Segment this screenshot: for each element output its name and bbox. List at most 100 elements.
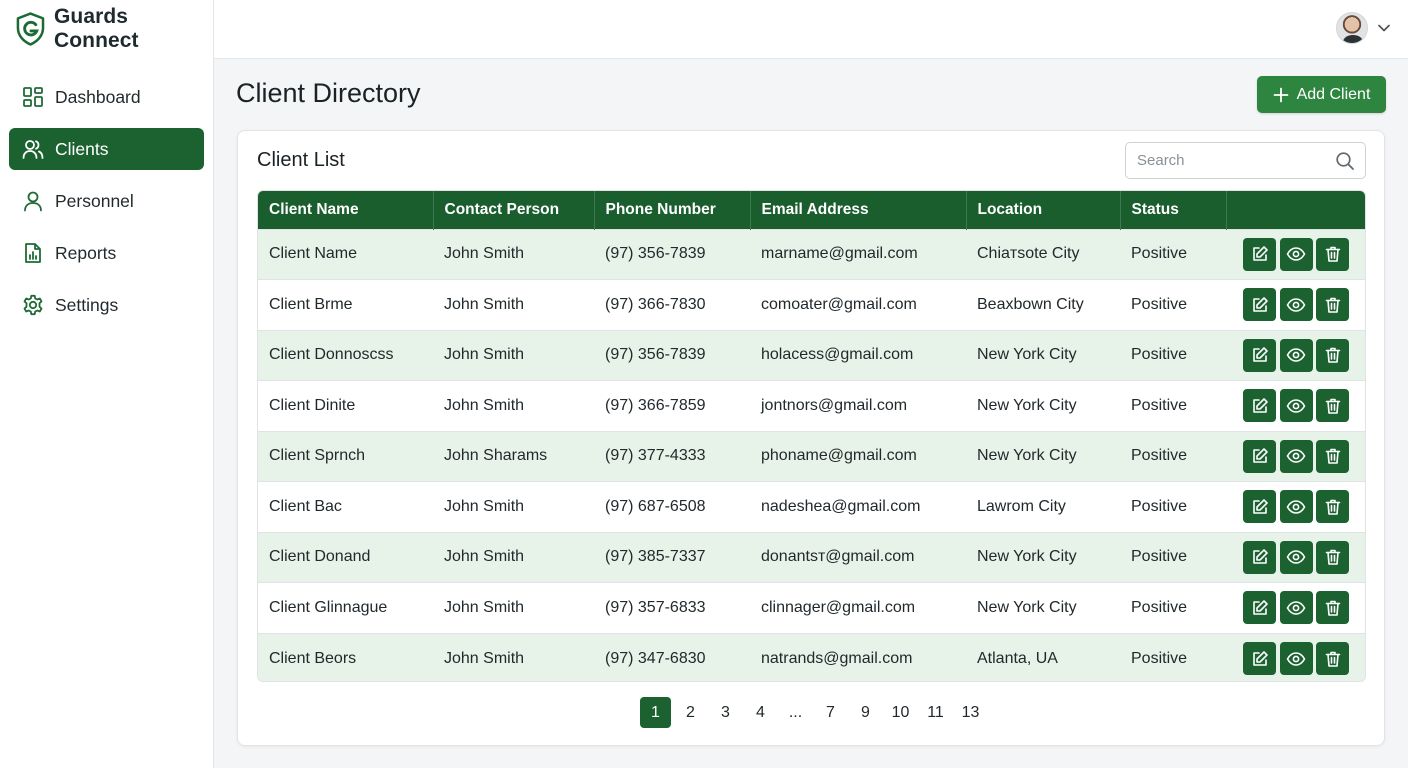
- page-button[interactable]: 3: [710, 697, 741, 728]
- sidebar-item-reports[interactable]: Reports: [9, 232, 204, 274]
- edit-icon: [1252, 498, 1268, 514]
- search-input[interactable]: [1126, 143, 1326, 178]
- table-row[interactable]: Client Beors John Smith (97) 347-6830 natra…: [258, 633, 1365, 681]
- table-row[interactable]: Client Donand John Smith (97) 385-7337 dona…: [258, 532, 1365, 583]
- phone-number-cell: (97) 377-4333: [605, 447, 706, 465]
- table-row[interactable]: Client Dinite John Smith (97) 366-7859 jont…: [258, 380, 1365, 431]
- card-title: Client List: [257, 149, 345, 171]
- person-icon: [21, 189, 45, 213]
- table-row[interactable]: Client Brme John Smith (97) 366-7830 comoat…: [258, 279, 1365, 331]
- status-cell: Positive: [1131, 447, 1188, 465]
- view-button[interactable]: [1279, 439, 1313, 473]
- delete-button[interactable]: [1316, 540, 1349, 574]
- delete-button[interactable]: [1316, 642, 1349, 675]
- delete-button[interactable]: [1316, 288, 1349, 322]
- table-row[interactable]: Client Donnoscss John Smith (97) 356-7839 h…: [258, 330, 1365, 381]
- page-button[interactable]: 7: [815, 697, 846, 728]
- status-cell: Positive: [1131, 346, 1188, 364]
- pagination-ellipsis: ...: [788, 703, 803, 721]
- delete-button[interactable]: [1316, 389, 1349, 423]
- contact-person-cell: John Smith: [444, 548, 525, 566]
- sidebar-nav: Dashboard Clients Personnel Reports Sett…: [9, 76, 204, 336]
- row-actions: [1226, 330, 1365, 381]
- client-name-cell: Client Dinite: [269, 396, 356, 414]
- status-cell: Positive: [1131, 497, 1188, 515]
- search-icon[interactable]: [1335, 151, 1355, 171]
- column-header[interactable]: Location: [966, 191, 1121, 229]
- page-button[interactable]: 11: [920, 697, 951, 728]
- edit-button[interactable]: [1243, 237, 1276, 271]
- view-button[interactable]: [1279, 389, 1313, 423]
- user-avatar[interactable]: [1336, 12, 1368, 44]
- email-cell: holacess@gmail.com: [761, 346, 914, 364]
- view-button[interactable]: [1279, 540, 1313, 574]
- page-button[interactable]: 13: [955, 697, 986, 728]
- edit-button[interactable]: [1243, 591, 1276, 625]
- sidebar-item-dashboard[interactable]: Dashboard: [9, 76, 204, 118]
- delete-button[interactable]: [1316, 490, 1349, 524]
- view-button[interactable]: [1279, 237, 1313, 271]
- email-cell: phoname@gmail.com: [761, 447, 917, 465]
- delete-button[interactable]: [1316, 439, 1349, 473]
- table-row[interactable]: Client Bac John Smith (97) 687-6508 nadeshe…: [258, 481, 1365, 532]
- location-cell: Chiaтsote City: [977, 245, 1080, 263]
- sidebar-item-personnel[interactable]: Personnel: [9, 180, 204, 222]
- user-menu[interactable]: [1336, 12, 1390, 44]
- column-header[interactable]: Contact Person: [433, 191, 595, 229]
- edit-icon: [1252, 448, 1268, 464]
- brand[interactable]: Guards Connect: [16, 5, 213, 52]
- column-header[interactable]: Phone Number: [594, 191, 751, 229]
- view-button[interactable]: [1279, 642, 1313, 675]
- row-actions: [1226, 280, 1365, 331]
- edit-button[interactable]: [1243, 642, 1276, 675]
- page-button[interactable]: 2: [675, 697, 706, 728]
- location-cell: New York City: [977, 346, 1077, 364]
- view-button[interactable]: [1279, 591, 1313, 625]
- client-table: Client Name Contact Person Phone Number …: [258, 191, 1365, 681]
- sidebar-item-label: Settings: [55, 294, 119, 315]
- view-button[interactable]: [1279, 338, 1313, 372]
- edit-button[interactable]: [1243, 288, 1276, 322]
- sidebar-item-clients[interactable]: Clients: [9, 128, 204, 170]
- delete-button[interactable]: [1316, 237, 1349, 271]
- view-eye-icon: [1286, 247, 1306, 262]
- table-header-row: Client Name Contact Person Phone Number …: [258, 191, 1365, 229]
- search-box[interactable]: [1125, 142, 1366, 179]
- location-cell: New York City: [977, 447, 1077, 465]
- edit-button[interactable]: [1243, 439, 1276, 473]
- location-cell: New York City: [977, 548, 1077, 566]
- client-name-cell: Client Donnoscss: [269, 346, 394, 364]
- edit-button[interactable]: [1243, 338, 1276, 372]
- page-button[interactable]: 1: [640, 697, 671, 728]
- client-name-cell: Client Glinnague: [269, 598, 388, 616]
- view-eye-icon: [1286, 297, 1306, 312]
- delete-button[interactable]: [1316, 338, 1349, 372]
- page-button[interactable]: 9: [850, 697, 881, 728]
- view-button[interactable]: [1279, 288, 1313, 322]
- delete-trash-icon: [1325, 651, 1340, 667]
- client-name-cell: Client Beors: [269, 649, 357, 667]
- delete-trash-icon: [1325, 246, 1340, 263]
- column-header[interactable]: Client Name: [258, 191, 434, 229]
- column-header[interactable]: Status: [1120, 191, 1227, 229]
- table-row[interactable]: Client Glinnague John Smith (97) 357-6833 c…: [258, 582, 1365, 633]
- view-eye-icon: [1286, 398, 1306, 413]
- view-button[interactable]: [1279, 490, 1313, 524]
- delete-trash-icon: [1325, 448, 1340, 465]
- page-button[interactable]: 10: [885, 697, 916, 728]
- edit-button[interactable]: [1243, 490, 1276, 524]
- edit-button[interactable]: [1243, 389, 1276, 423]
- chevron-down-icon[interactable]: [1378, 24, 1390, 32]
- edit-button[interactable]: [1243, 540, 1276, 574]
- delete-button[interactable]: [1316, 591, 1349, 625]
- edit-icon: [1252, 246, 1268, 262]
- email-cell: nadeshea@gmail.com: [761, 497, 921, 515]
- sidebar-item-settings[interactable]: Settings: [9, 284, 204, 326]
- contact-person-cell: John Smith: [444, 295, 525, 313]
- page-button[interactable]: 4: [745, 697, 776, 728]
- table-row[interactable]: Client Sprnch John Sharams (97) 377-4333 ph…: [258, 431, 1365, 482]
- table-row[interactable]: Client Name John Smith (97) 356-7839 marnam…: [258, 229, 1365, 280]
- add-client-button[interactable]: Add Client: [1257, 76, 1386, 113]
- location-cell: Lawrom City: [977, 497, 1066, 515]
- column-header[interactable]: Email Address: [750, 191, 967, 229]
